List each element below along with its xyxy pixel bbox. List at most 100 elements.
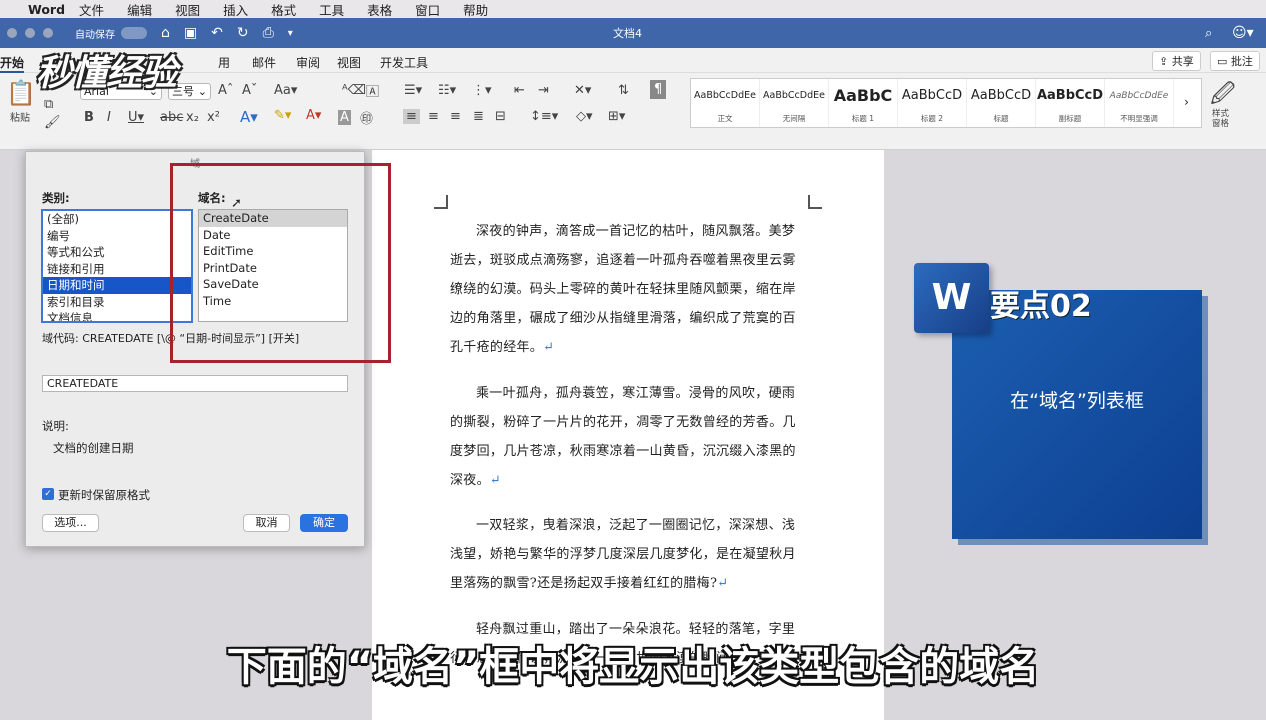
char-border-icon[interactable]: 🄰 [366,81,379,100]
asian-layout-icon[interactable]: ✕▾ [574,83,591,98]
style-normal[interactable]: AaBbCcDdEe 正文 [691,79,760,127]
options-button[interactable]: 选项... [42,514,99,532]
text-effects-icon[interactable]: A▾ [240,108,258,126]
comments-button[interactable]: ▭ 批注 [1210,51,1260,71]
preserve-format-checkbox[interactable]: ✓ [42,488,54,500]
menu-edit[interactable]: 编辑 [127,0,152,19]
align-center-icon[interactable]: ≡ [428,109,439,124]
strikethrough-icon[interactable]: abc [160,110,183,125]
category-item[interactable]: 编号 [43,228,191,245]
styles-gallery: AaBbCcDdEe 正文 AaBbCcDdEe 无间隔 AaBbC 标题 1 AaB… [690,78,1202,128]
styles-pane-label: 样式窗格 [1212,109,1230,129]
menu-tools[interactable]: 工具 [319,0,344,19]
autosave-toggle[interactable] [121,27,147,39]
shrink-font-icon[interactable]: Aˇ [242,83,257,98]
cancel-button[interactable]: 取消 [243,514,290,532]
format-painter-icon[interactable]: 🖌 [44,115,61,130]
search-icon[interactable]: ⌕ [1205,26,1212,41]
align-left-icon[interactable]: ≡ [403,109,420,124]
tab-mailings[interactable]: 邮件 [252,54,276,71]
tab-review[interactable]: 审阅 [296,54,320,71]
category-item[interactable]: (全部) [43,211,191,228]
menu-format[interactable]: 格式 [271,0,296,19]
highlight-icon[interactable]: ✎▾ [274,108,291,123]
category-item[interactable]: 等式和公式 [43,244,191,261]
superscript-icon[interactable]: x² [207,110,220,125]
tab-home[interactable]: 开始 [0,54,25,73]
category-item[interactable]: 文档信息 [43,310,191,321]
decrease-indent-icon[interactable]: ⇤ [514,83,525,98]
menu-file[interactable]: 文件 [79,0,104,19]
category-item[interactable]: 索引和目录 [43,294,191,311]
print-icon[interactable]: ⎙ [263,25,274,41]
style-subtle-emphasis[interactable]: AaBbCcDdEe 不明显强调 [1105,79,1174,127]
borders-icon[interactable]: ⊞▾ [608,109,625,124]
share-button[interactable]: ⇪ 共享 [1152,51,1201,71]
home-icon[interactable]: ⌂ [161,25,170,41]
account-icon[interactable]: ☺▾ [1232,25,1254,41]
tab-view[interactable]: 视图 [337,54,361,71]
grow-font-icon[interactable]: Aˆ [218,83,233,98]
tab-developer[interactable]: 开发工具 [380,54,428,71]
field-code-input[interactable]: CREATEDATE [42,375,348,392]
char-shading-icon[interactable]: A [338,110,351,125]
category-item-selected[interactable]: 日期和时间 [43,277,191,294]
ribbon: 📋 粘贴 ✂ ⧉ 🖌 Arial ⌄ 三号 ⌄ Aˆ Aˇ Aa▾ ᴬ⌫ 🄰 B I… [0,73,1266,150]
numbering-icon[interactable]: ☷▾ [438,83,456,98]
line-spacing-icon[interactable]: ↕≡▾ [530,109,558,124]
style-name: 无间隔 [782,114,806,123]
styles-more-icon[interactable]: › [1174,79,1199,127]
multilevel-list-icon[interactable]: ⋮▾ [472,83,492,98]
menu-view[interactable]: 视图 [175,0,200,19]
preserve-format-label: 更新时保留原格式 [58,488,150,502]
menu-window[interactable]: 窗口 [415,0,440,19]
style-name: 标题 [993,114,1009,123]
paragraph-mark: ↵ [543,340,555,355]
subscript-icon[interactable]: x₂ [186,110,199,125]
justify-icon[interactable]: ≣ [473,109,484,124]
increase-indent-icon[interactable]: ⇥ [538,83,549,98]
paste-label: 粘贴 [10,113,30,124]
italic-icon[interactable]: I [107,110,111,125]
style-heading-2[interactable]: AaBbCcD 标题 2 [898,79,967,127]
ok-button[interactable]: 确定 [300,514,348,532]
undo-icon[interactable]: ↶ [211,25,223,41]
style-preview: AaBbCcDdEe [763,90,825,101]
minimize-window-button[interactable] [25,28,35,38]
paste-icon[interactable]: 📋 [6,79,36,107]
close-window-button[interactable] [7,28,17,38]
align-right-icon[interactable]: ≡ [450,109,461,124]
tab-references[interactable]: 用 [218,54,230,71]
style-subtitle[interactable]: AaBbCcD 副标题 [1036,79,1105,127]
clear-format-icon[interactable]: ᴬ⌫ [342,83,366,98]
copy-icon[interactable]: ⧉ [44,97,53,112]
sort-icon[interactable]: ⇅ [618,83,629,98]
bullets-icon[interactable]: ☰▾ [404,83,422,98]
category-item[interactable]: 链接和引用 [43,261,191,278]
style-preview: AaBbC [833,86,893,105]
style-preview: AaBbCcD [901,88,963,103]
enclose-char-icon[interactable]: ㊞ [360,108,373,127]
bold-icon[interactable]: B [84,110,94,125]
style-no-spacing[interactable]: AaBbCcDdEe 无间隔 [760,79,829,127]
font-color-icon[interactable]: A▾ [306,108,321,123]
change-case-icon[interactable]: Aa▾ [274,83,297,98]
menu-insert[interactable]: 插入 [223,0,248,19]
zoom-window-button[interactable] [43,28,53,38]
paragraph-mark: ↵ [717,576,729,591]
menu-table[interactable]: 表格 [367,0,392,19]
style-heading-1[interactable]: AaBbC 标题 1 [829,79,898,127]
shading-icon[interactable]: ◇▾ [576,109,593,124]
crop-mark [808,195,822,209]
customize-toolbar-icon[interactable]: ▾ [288,28,293,39]
paragraph-text: 一双轻浆，曳着深浪，泛起了一圈圈记忆，深深想、浅浅望，娇艳与繁华的浮梦几度深层几… [450,518,796,591]
style-title[interactable]: AaBbCcD 标题 [967,79,1036,127]
document-title: 文档4 [613,27,642,40]
save-icon[interactable]: ▣ [184,25,197,41]
show-marks-icon[interactable]: ¶ [650,80,667,99]
menu-app-name[interactable]: Word [28,2,65,17]
redo-icon[interactable]: ↻ [237,25,249,41]
underline-icon[interactable]: U▾ [128,110,144,125]
menu-help[interactable]: 帮助 [463,0,488,19]
distributed-icon[interactable]: ⊟ [495,109,506,124]
